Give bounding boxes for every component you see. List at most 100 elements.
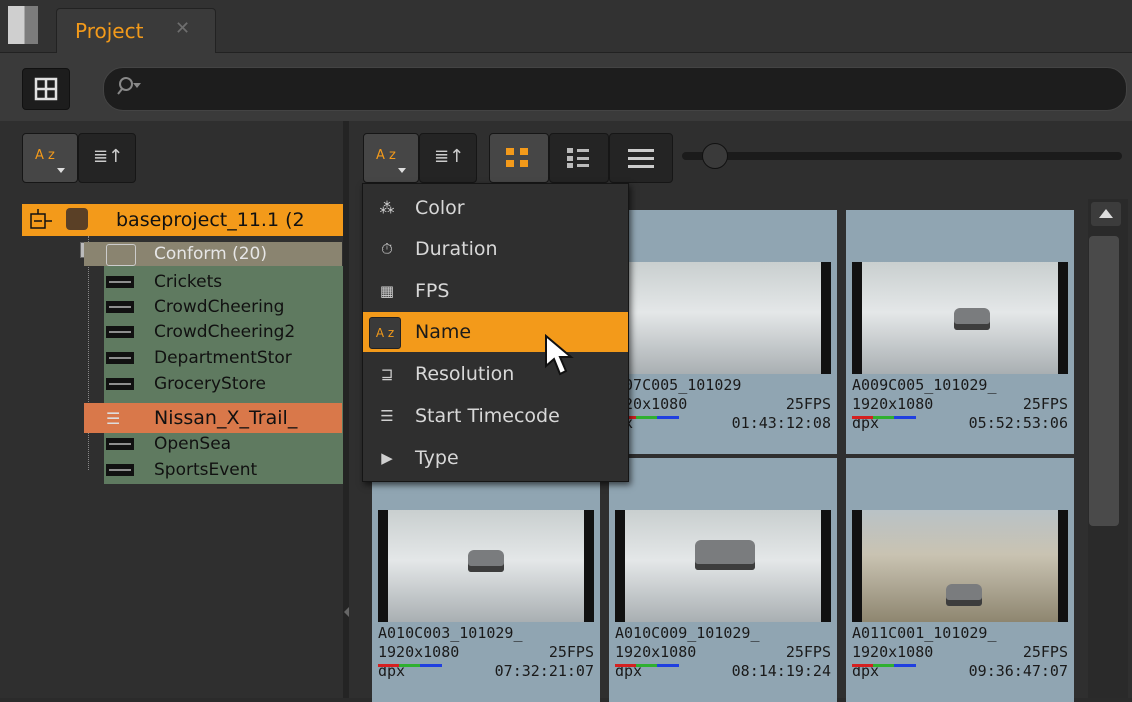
clip-timecode: 09:36:47:07 (968, 662, 1068, 680)
large-thumbnail-view-button[interactable] (489, 133, 549, 183)
clip-preview-image (615, 510, 831, 622)
sort-order-icon: ≣↑ (93, 146, 124, 167)
tree-item-crickets[interactable]: Crickets (84, 272, 342, 292)
clip-resolution: 1920x1080 (852, 395, 934, 413)
search-icon[interactable] (114, 72, 144, 102)
audio-clip-icon (106, 326, 134, 338)
color-icon: ⁂ (379, 199, 395, 217)
tab-project[interactable]: Project ✕ (56, 8, 216, 53)
tree-item-crowdcheering[interactable]: CrowdCheering (84, 297, 342, 317)
grid-view-toggle-button[interactable] (22, 68, 70, 110)
tree-item-sportsevent[interactable]: SportsEvent (84, 460, 342, 480)
menu-item-duration[interactable]: ⏱ Duration (363, 229, 628, 269)
clip-thumbnail[interactable]: 007C005_101029 920x108025FPS px01:43:12:… (609, 210, 837, 454)
clip-name: A010C003_101029_ (378, 624, 523, 642)
thumbnail-size-slider[interactable] (682, 152, 1122, 160)
menu-item-label: Type (415, 447, 459, 469)
dropdown-arrow-icon (398, 168, 406, 173)
stopwatch-icon: ⏱ (381, 240, 393, 258)
tree-item-label: CrowdCheering2 (154, 322, 296, 342)
sort-by-button[interactable]: A z (363, 133, 419, 183)
tree-item-opensea[interactable]: OpenSea (84, 434, 342, 454)
clip-preview-image (378, 510, 594, 622)
audio-clip-icon (106, 301, 134, 313)
clip-thumbnail[interactable]: A010C003_101029_ 1920x1080 25FPS dpx 07:32… (372, 458, 600, 702)
tree-item-conform[interactable]: Conform (20) (84, 242, 342, 266)
clip-resolution: 1920x1080 (615, 643, 697, 661)
menu-item-label: FPS (415, 280, 450, 302)
clip-name: A009C005_101029_ (852, 376, 997, 394)
clip-thumbnail[interactable]: A009C005_101029_ 1920x1080 25FPS dpx 05:52… (846, 210, 1074, 454)
list-view-button[interactable] (609, 133, 673, 183)
clip-timecode: 01:43:12:08 (731, 414, 831, 432)
tree-item-departmentstore[interactable]: DepartmentStor (84, 348, 342, 368)
menu-item-start-timecode[interactable]: ☰ Start Timecode (363, 396, 628, 436)
sort-order-button[interactable]: ≣↑ (78, 133, 136, 183)
fps-icon: ▦ (379, 282, 395, 300)
menu-item-label: Color (415, 197, 465, 219)
large-grid-icon (506, 148, 528, 167)
clip-name: A010C009_101029_ (615, 624, 760, 642)
rgb-channel-indicator (852, 664, 916, 667)
tree-item-label: OpenSea (154, 434, 232, 454)
resolution-icon: ⊒ (380, 365, 394, 383)
menu-item-resolution[interactable]: ⊒ Resolution (363, 354, 628, 394)
clip-thumbnail[interactable]: A010C009_101029_ 1920x1080 25FPS dpx 08:14… (609, 458, 837, 702)
menu-item-fps[interactable]: ▦ FPS (363, 271, 628, 311)
tree-item-label: Nissan_X_Trail_ (154, 407, 298, 429)
clip-preview-image (852, 510, 1068, 622)
dropdown-arrow-icon (57, 168, 65, 173)
sort-by-name-button[interactable]: A z (22, 133, 78, 183)
tree-item-nissan[interactable]: ☰ Nissan_X_Trail_ (84, 403, 342, 433)
clip-preview-image (852, 262, 1068, 374)
audio-clip-icon (106, 378, 134, 390)
menu-item-label: Start Timecode (415, 405, 560, 427)
grid-icon (34, 77, 58, 101)
clip-resolution: 1920x1080 (378, 643, 460, 661)
slider-handle[interactable] (702, 143, 728, 169)
small-grid-icon (567, 148, 589, 168)
tree-item-label: SportsEvent (154, 460, 258, 480)
collapse-icon[interactable] (30, 209, 52, 231)
panel-menu-icon[interactable] (8, 6, 38, 44)
menu-item-color[interactable]: ⁂ Color (363, 188, 628, 228)
menu-item-label: Resolution (415, 363, 515, 385)
audio-clip-icon (106, 464, 134, 476)
scroll-thumb[interactable] (1089, 236, 1119, 526)
project-icon (66, 208, 88, 230)
tree-item-label: CrowdCheering (154, 297, 285, 317)
folder-icon (106, 244, 136, 266)
search-input[interactable] (103, 67, 1127, 111)
close-icon[interactable]: ✕ (175, 18, 190, 39)
tree-item-grocerystore[interactable]: GroceryStore (84, 374, 342, 394)
clip-name: 007C005_101029 (615, 376, 742, 394)
sort-order-icon: ≣↑ (434, 146, 465, 167)
list-icon (628, 149, 654, 168)
clip-preview-image (615, 262, 831, 374)
scroll-up-button[interactable] (1091, 202, 1121, 226)
rgb-channel-indicator (615, 664, 679, 667)
tree-item-label: Conform (20) (154, 244, 267, 264)
menu-item-name[interactable]: A z Name (363, 312, 628, 352)
audio-clip-icon (106, 438, 134, 450)
clip-timecode: 07:32:21:07 (494, 662, 594, 680)
timecode-icon: ☰ (380, 407, 394, 425)
clip-resolution: 1920x1080 (852, 643, 934, 661)
clip-thumbnail[interactable]: A011C001_101029_ 1920x1080 25FPS dpx 09:36… (846, 458, 1074, 702)
rgb-channel-indicator (378, 664, 442, 667)
tree-item-label: DepartmentStor (154, 348, 292, 368)
tree-root-row[interactable]: baseproject_11.1 (2 (22, 204, 343, 236)
clip-fps: 25FPS (785, 643, 831, 661)
arrow-up-icon (1099, 209, 1113, 218)
tree-item-crowdcheering2[interactable]: CrowdCheering2 (84, 322, 342, 342)
mouse-cursor-icon (545, 334, 574, 376)
menu-item-type[interactable]: ▶ Type (363, 438, 628, 478)
tree-item-label: GroceryStore (154, 374, 266, 394)
menu-item-label: Duration (415, 238, 498, 260)
small-thumbnail-view-button[interactable] (549, 133, 609, 183)
sort-order-button[interactable]: ≣↑ (419, 133, 477, 183)
clip-fps: 25FPS (548, 643, 594, 661)
type-icon: ▶ (381, 449, 393, 467)
clip-fps: 25FPS (785, 395, 831, 413)
az-icon: A z (35, 148, 55, 163)
